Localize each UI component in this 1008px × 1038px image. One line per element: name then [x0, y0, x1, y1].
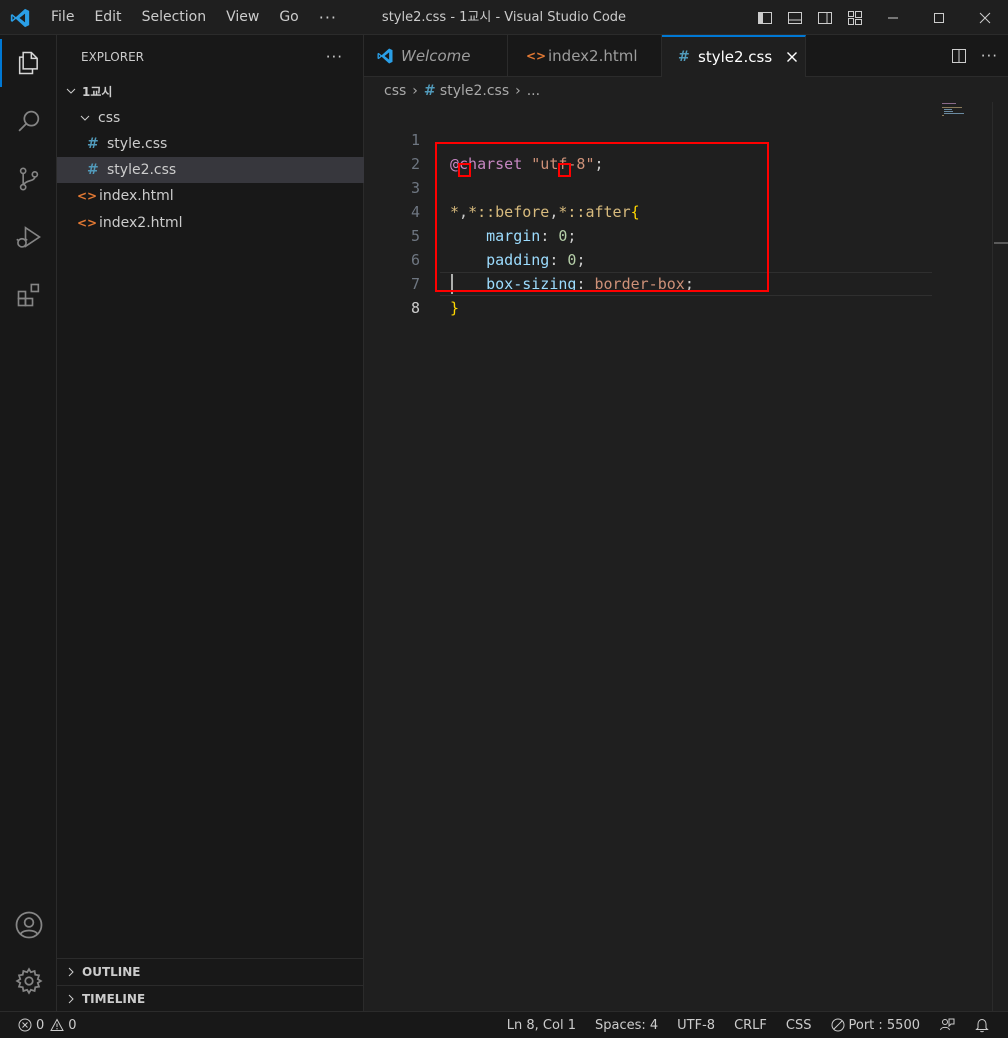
file-label: index.html [99, 188, 174, 204]
file-label: style.css [107, 136, 168, 152]
line-ending[interactable]: CRLF [734, 1018, 767, 1033]
title-bar: File Edit Selection View Go ··· style2.c… [0, 0, 1008, 35]
chevron-right-icon: › [412, 83, 418, 99]
indentation[interactable]: Spaces: 4 [595, 1018, 658, 1033]
source-control-icon[interactable] [0, 155, 57, 203]
chevron-down-icon [77, 113, 93, 123]
menu-view[interactable]: View [216, 0, 269, 35]
tree-file-style-css[interactable]: # style.css [57, 131, 393, 157]
explorer-sidebar: EXPLORER ··· 1교시 css # style.css # style… [57, 35, 393, 1011]
tree-file-style2-css[interactable]: # style2.css [57, 157, 393, 183]
line-number: 8 [410, 299, 420, 317]
explorer-title: EXPLORER [81, 50, 144, 64]
activity-bar [0, 35, 57, 1011]
tab-label: style2.css [698, 48, 773, 66]
live-server-port[interactable]: Port : 5500 [831, 1017, 921, 1033]
menu-go[interactable]: Go [269, 0, 308, 35]
css-file-icon: # [87, 136, 99, 152]
annotation-comma-box [458, 163, 471, 177]
html-file-icon: <> [77, 216, 98, 230]
tab-index2-html[interactable]: <> index2.html [508, 35, 662, 76]
error-count: 0 [36, 1017, 45, 1033]
tree-folder-css[interactable]: css [57, 105, 383, 131]
feedback-icon[interactable] [939, 1017, 955, 1033]
vscode-logo-icon [9, 7, 31, 29]
status-bar: 0 0 Ln 8, Col 1 Spaces: 4 UTF-8 CRLF CSS… [0, 1011, 1008, 1038]
tab-welcome[interactable]: Welcome [364, 35, 508, 76]
problems-indicator[interactable]: 0 0 [18, 1012, 77, 1038]
maximize-icon[interactable] [916, 0, 962, 35]
css-folder-label: css [98, 110, 121, 126]
warning-count: 0 [68, 1017, 77, 1033]
port-label: Port : 5500 [848, 1017, 921, 1033]
cursor-position[interactable]: Ln 8, Col 1 [507, 1018, 576, 1033]
css-file-icon: # [678, 49, 690, 65]
search-icon[interactable] [0, 97, 57, 145]
html-file-icon: <> [526, 48, 547, 63]
scrollbar-cursor-marker [994, 242, 1008, 244]
chevron-down-icon [63, 86, 79, 96]
chevron-right-icon: › [515, 83, 521, 99]
chevron-right-icon [63, 967, 79, 977]
error-icon [18, 1018, 32, 1032]
language-mode[interactable]: CSS [786, 1018, 812, 1033]
code-token: } [450, 299, 460, 317]
annotation-highlight-box [435, 142, 769, 292]
outline-section[interactable]: OUTLINE [57, 958, 363, 984]
tab-label: index2.html [548, 46, 638, 65]
run-debug-icon[interactable] [0, 213, 57, 261]
editor-tabs: Welcome <> index2.html # style2.css ··· [364, 35, 1008, 77]
css-file-icon: # [423, 83, 436, 99]
notifications-bell-icon[interactable] [974, 1017, 990, 1033]
settings-gear-icon[interactable] [0, 957, 57, 1005]
split-editor-icon[interactable] [951, 48, 967, 64]
warning-icon [50, 1018, 65, 1032]
minimap[interactable] [940, 102, 994, 122]
html-file-icon: <> [77, 189, 98, 203]
no-entry-icon [831, 1018, 845, 1032]
menu-selection[interactable]: Selection [132, 0, 217, 35]
close-tab-icon[interactable] [786, 51, 798, 63]
explorer-more-icon[interactable]: ··· [326, 48, 343, 66]
tab-style2-css[interactable]: # style2.css [662, 35, 806, 77]
menu-more-icon[interactable]: ··· [309, 0, 347, 35]
outline-label: OUTLINE [82, 964, 141, 979]
code-line: 1 @charset "utf-8"; [364, 104, 934, 173]
timeline-label: TIMELINE [82, 991, 146, 1006]
timeline-section[interactable]: TIMELINE [57, 985, 363, 1011]
menu-edit[interactable]: Edit [84, 0, 131, 35]
breadcrumb-folder[interactable]: css [384, 83, 406, 99]
chevron-right-icon [63, 994, 79, 1004]
tree-folder-root[interactable]: 1교시 [57, 78, 369, 104]
breadcrumb-symbol[interactable]: ... [527, 83, 540, 99]
toggle-primary-sidebar-icon[interactable] [750, 0, 780, 35]
minimize-icon[interactable] [870, 0, 916, 35]
customize-layout-icon[interactable] [840, 0, 870, 35]
accounts-icon[interactable] [0, 901, 57, 949]
menu-bar: File Edit Selection View Go ··· [41, 0, 347, 35]
breadcrumb: css › # style2.css › ... [384, 80, 540, 102]
breadcrumb-file[interactable]: style2.css [440, 83, 509, 99]
toggle-panel-icon[interactable] [780, 0, 810, 35]
tab-label: Welcome [401, 46, 471, 65]
tree-file-index-html[interactable]: <> index.html [57, 183, 383, 209]
extensions-icon[interactable] [0, 271, 57, 319]
root-folder-label: 1교시 [82, 84, 113, 99]
css-file-icon: # [87, 162, 99, 178]
vertical-scrollbar[interactable] [992, 102, 1008, 1011]
close-window-icon[interactable] [962, 0, 1008, 35]
vscode-logo-icon [376, 47, 394, 65]
annotation-comma-box [558, 163, 571, 177]
file-label: style2.css [107, 162, 177, 178]
tree-file-index2-html[interactable]: <> index2.html [57, 210, 383, 236]
explorer-icon[interactable] [0, 39, 57, 87]
toggle-secondary-sidebar-icon[interactable] [810, 0, 840, 35]
encoding[interactable]: UTF-8 [677, 1018, 715, 1033]
menu-file[interactable]: File [41, 0, 84, 35]
file-label: index2.html [99, 215, 183, 231]
editor-more-icon[interactable]: ··· [981, 47, 998, 65]
